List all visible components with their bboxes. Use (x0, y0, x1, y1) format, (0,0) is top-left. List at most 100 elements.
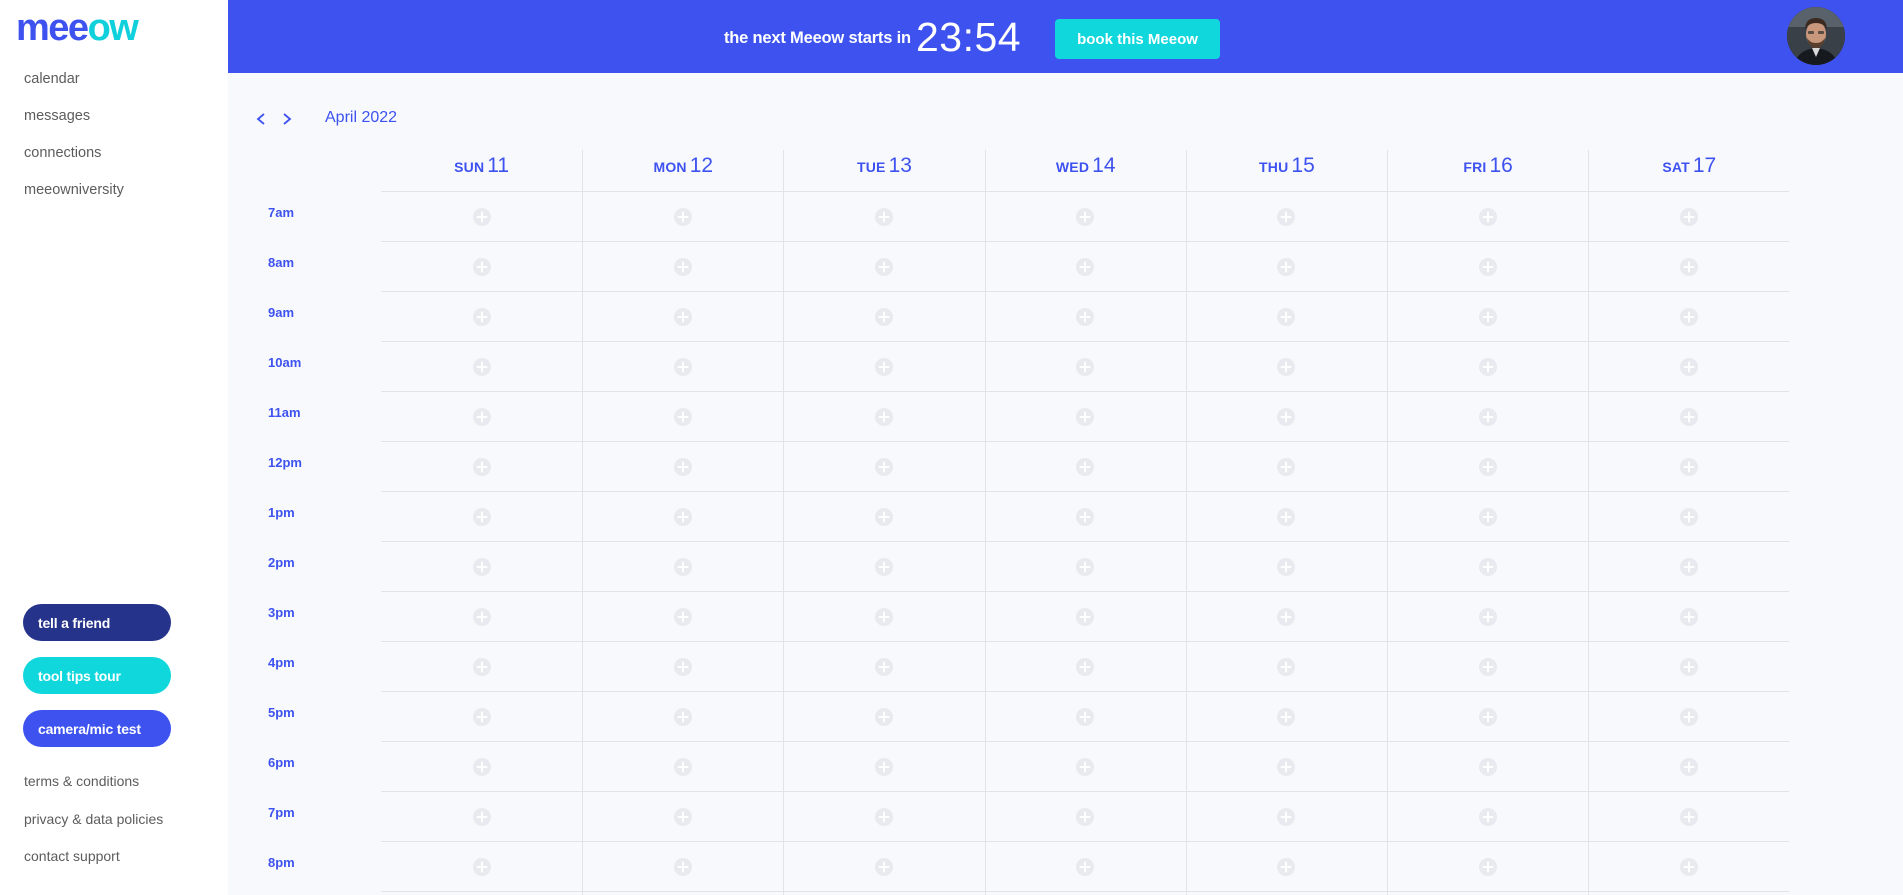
add-circle-icon[interactable] (1276, 657, 1296, 677)
add-circle-icon[interactable] (472, 207, 492, 227)
add-circle-icon[interactable] (673, 507, 693, 527)
add-circle-icon[interactable] (1679, 357, 1699, 377)
add-circle-icon[interactable] (1276, 357, 1296, 377)
nav-item-connections[interactable]: connections (24, 142, 124, 179)
add-circle-icon[interactable] (874, 257, 894, 277)
add-circle-icon[interactable] (472, 407, 492, 427)
add-circle-icon[interactable] (1276, 257, 1296, 277)
add-circle-icon[interactable] (472, 457, 492, 477)
add-circle-icon[interactable] (673, 707, 693, 727)
add-circle-icon[interactable] (1679, 807, 1699, 827)
add-circle-icon[interactable] (1276, 207, 1296, 227)
add-circle-icon[interactable] (472, 257, 492, 277)
add-circle-icon[interactable] (1478, 607, 1498, 627)
add-circle-icon[interactable] (1276, 707, 1296, 727)
add-circle-icon[interactable] (1075, 807, 1095, 827)
contact-support-link[interactable]: contact support (24, 845, 163, 883)
add-circle-icon[interactable] (874, 557, 894, 577)
tool-tips-tour-button[interactable]: tool tips tour (23, 657, 171, 694)
add-circle-icon[interactable] (673, 557, 693, 577)
add-circle-icon[interactable] (1276, 607, 1296, 627)
add-circle-icon[interactable] (874, 657, 894, 677)
add-circle-icon[interactable] (1075, 257, 1095, 277)
add-circle-icon[interactable] (1679, 757, 1699, 777)
add-circle-icon[interactable] (1276, 307, 1296, 327)
add-circle-icon[interactable] (673, 257, 693, 277)
add-circle-icon[interactable] (472, 707, 492, 727)
add-circle-icon[interactable] (1478, 857, 1498, 877)
add-circle-icon[interactable] (874, 357, 894, 377)
add-circle-icon[interactable] (874, 607, 894, 627)
add-circle-icon[interactable] (1075, 607, 1095, 627)
privacy-link[interactable]: privacy & data policies (24, 808, 163, 846)
add-circle-icon[interactable] (1679, 257, 1699, 277)
add-circle-icon[interactable] (673, 657, 693, 677)
add-circle-icon[interactable] (874, 707, 894, 727)
add-circle-icon[interactable] (472, 307, 492, 327)
add-circle-icon[interactable] (1478, 207, 1498, 227)
add-circle-icon[interactable] (1075, 557, 1095, 577)
add-circle-icon[interactable] (874, 857, 894, 877)
add-circle-icon[interactable] (472, 657, 492, 677)
add-circle-icon[interactable] (1478, 457, 1498, 477)
add-circle-icon[interactable] (1075, 357, 1095, 377)
add-circle-icon[interactable] (1075, 407, 1095, 427)
camera-mic-test-button[interactable]: camera/mic test (23, 710, 171, 747)
add-circle-icon[interactable] (1478, 807, 1498, 827)
add-circle-icon[interactable] (1478, 357, 1498, 377)
add-circle-icon[interactable] (472, 507, 492, 527)
add-circle-icon[interactable] (1276, 757, 1296, 777)
meeow-logo[interactable]: meeow (16, 6, 139, 50)
nav-item-meeowniversity[interactable]: meeowniversity (24, 179, 124, 216)
add-circle-icon[interactable] (1679, 207, 1699, 227)
add-circle-icon[interactable] (874, 457, 894, 477)
tell-a-friend-button[interactable]: tell a friend (23, 604, 171, 641)
add-circle-icon[interactable] (1075, 207, 1095, 227)
terms-link[interactable]: terms & conditions (24, 770, 163, 808)
book-meeow-button[interactable]: book this Meeow (1055, 19, 1220, 59)
add-circle-icon[interactable] (1276, 507, 1296, 527)
add-circle-icon[interactable] (1679, 607, 1699, 627)
add-circle-icon[interactable] (1075, 707, 1095, 727)
add-circle-icon[interactable] (472, 557, 492, 577)
user-avatar[interactable] (1787, 7, 1845, 65)
add-circle-icon[interactable] (673, 457, 693, 477)
add-circle-icon[interactable] (1075, 757, 1095, 777)
add-circle-icon[interactable] (673, 207, 693, 227)
add-circle-icon[interactable] (472, 857, 492, 877)
add-circle-icon[interactable] (673, 357, 693, 377)
add-circle-icon[interactable] (1075, 507, 1095, 527)
add-circle-icon[interactable] (673, 857, 693, 877)
add-circle-icon[interactable] (1478, 657, 1498, 677)
add-circle-icon[interactable] (673, 807, 693, 827)
add-circle-icon[interactable] (874, 757, 894, 777)
add-circle-icon[interactable] (673, 757, 693, 777)
add-circle-icon[interactable] (1478, 757, 1498, 777)
add-circle-icon[interactable] (673, 307, 693, 327)
chevron-left-icon[interactable] (254, 108, 272, 130)
add-circle-icon[interactable] (1679, 507, 1699, 527)
add-circle-icon[interactable] (874, 807, 894, 827)
add-circle-icon[interactable] (874, 207, 894, 227)
add-circle-icon[interactable] (1679, 657, 1699, 677)
add-circle-icon[interactable] (472, 757, 492, 777)
add-circle-icon[interactable] (1679, 307, 1699, 327)
add-circle-icon[interactable] (1075, 657, 1095, 677)
add-circle-icon[interactable] (1276, 857, 1296, 877)
add-circle-icon[interactable] (1276, 407, 1296, 427)
add-circle-icon[interactable] (1478, 407, 1498, 427)
add-circle-icon[interactable] (1075, 857, 1095, 877)
add-circle-icon[interactable] (472, 357, 492, 377)
add-circle-icon[interactable] (1478, 307, 1498, 327)
add-circle-icon[interactable] (673, 407, 693, 427)
add-circle-icon[interactable] (874, 307, 894, 327)
add-circle-icon[interactable] (874, 407, 894, 427)
add-circle-icon[interactable] (472, 807, 492, 827)
add-circle-icon[interactable] (1679, 457, 1699, 477)
chevron-right-icon[interactable] (280, 108, 298, 130)
add-circle-icon[interactable] (874, 507, 894, 527)
nav-item-messages[interactable]: messages (24, 105, 124, 142)
add-circle-icon[interactable] (1478, 707, 1498, 727)
add-circle-icon[interactable] (1276, 807, 1296, 827)
add-circle-icon[interactable] (1478, 257, 1498, 277)
